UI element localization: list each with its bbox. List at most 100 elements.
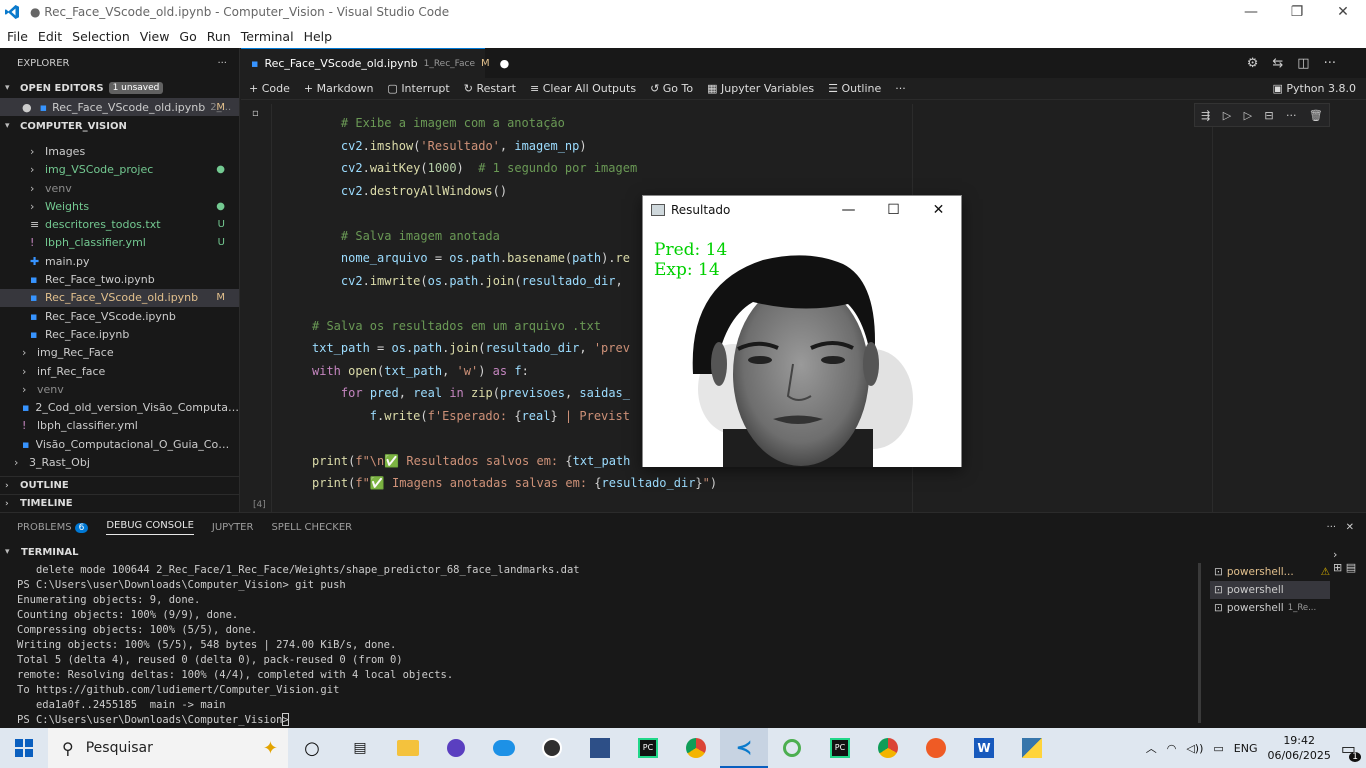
chrome-icon[interactable]	[672, 728, 720, 768]
tab-problems[interactable]: PROBLEMS 6	[17, 522, 89, 533]
terminal-section[interactable]: ▾ TERMINAL	[0, 542, 1366, 562]
tree-item[interactable]: ▪ Rec_Face_VScode.ipynb	[0, 307, 239, 325]
panel-close-icon[interactable]: ✕	[1346, 522, 1354, 533]
tree-item[interactable]: ! lbph_classifier.yml U	[0, 234, 239, 252]
python-icon[interactable]	[1008, 728, 1056, 768]
new-terminal-icon[interactable]: ⊞	[1333, 561, 1342, 574]
panel-more-icon[interactable]: ···	[1327, 522, 1337, 533]
battery-icon[interactable]: ▭	[1213, 742, 1223, 755]
open-editors-section[interactable]: ▾ OPEN EDITORS 1 unsaved	[0, 78, 239, 98]
interrupt-button[interactable]: ▢ Interrupt	[387, 82, 449, 95]
open-editor-item[interactable]: ● ▪ Rec_Face_VScode_old.ipynb 2_... M	[0, 98, 239, 117]
split-editor-icon[interactable]: ◫	[1297, 56, 1309, 71]
wifi-icon[interactable]: ◠	[1167, 742, 1177, 755]
split-cell-icon[interactable]: ⊟	[1264, 109, 1273, 122]
variables-button[interactable]: ▦ Jupyter Variables	[707, 82, 814, 95]
pycharm-icon[interactable]: PC	[624, 728, 672, 768]
restore-button[interactable]: ❐	[1274, 0, 1320, 24]
tree-item[interactable]: ≡ descritores_todos.txt U	[0, 215, 239, 233]
kernel-picker[interactable]: ▣ Python 3.8.0	[1272, 82, 1366, 95]
execute-above-icon[interactable]: ▷	[1223, 109, 1231, 122]
timeline-section[interactable]: › TIMELINE	[0, 494, 240, 512]
task-view-icon[interactable]: ▤	[336, 728, 384, 768]
terminal-scrollbar[interactable]	[1198, 563, 1201, 723]
postman-icon[interactable]	[912, 728, 960, 768]
project-section[interactable]: ▾ COMPUTER_VISION	[0, 116, 239, 136]
tree-item[interactable]: ▪ Rec_Face.ipynb	[0, 325, 239, 343]
more-actions-icon[interactable]: ···	[1324, 56, 1336, 71]
volume-icon[interactable]: ◁))	[1186, 742, 1203, 755]
run-by-line-icon[interactable]: ⇶	[1201, 109, 1210, 122]
popup-minimize-button[interactable]: —	[826, 196, 871, 224]
clock[interactable]: 19:42 06/06/2025	[1267, 733, 1330, 763]
gear-icon[interactable]: ⚙	[1247, 56, 1259, 71]
menu-help[interactable]: Help	[299, 29, 338, 44]
word-icon[interactable]: W	[960, 728, 1008, 768]
menu-view[interactable]: View	[135, 29, 175, 44]
outline-button[interactable]: ☰ Outline	[828, 82, 881, 95]
arc-browser-icon[interactable]	[432, 728, 480, 768]
dirty-dot-icon[interactable]: ●	[500, 57, 510, 70]
tree-item[interactable]: › venv	[0, 380, 239, 398]
file-explorer-icon[interactable]	[384, 728, 432, 768]
cell-more-icon[interactable]: ···	[1286, 109, 1297, 122]
notification-icon[interactable]: ▭ 1	[1341, 739, 1361, 762]
terminal-output[interactable]: delete mode 100644 2_Rec_Face/1_Rec_Face…	[17, 563, 580, 728]
tree-item[interactable]: › img_Rec_Face	[0, 344, 239, 362]
sql-server-icon[interactable]	[576, 728, 624, 768]
menu-go[interactable]: Go	[174, 29, 201, 44]
language-indicator[interactable]: ENG	[1234, 742, 1258, 755]
tree-item[interactable]: ! lbph_classifier.yml	[0, 417, 239, 435]
goto-button[interactable]: ↺ Go To	[650, 82, 693, 95]
add-markdown-button[interactable]: + Markdown	[304, 82, 374, 95]
tree-item[interactable]: › venv	[0, 179, 239, 197]
toolbar-more-button[interactable]: ···	[895, 82, 906, 95]
chrome-profile-icon[interactable]	[864, 728, 912, 768]
tree-item[interactable]: ▪ 2_Cod_old_version_Visão_Computacional..…	[0, 398, 239, 416]
terminal-item[interactable]: ⊡ powershell... ⚠	[1210, 563, 1330, 581]
close-button[interactable]: ✕	[1320, 0, 1366, 24]
terminal-item[interactable]: ⊡ powershell 1_Re...	[1210, 599, 1330, 617]
menu-terminal[interactable]: Terminal	[236, 29, 299, 44]
tab-notebook[interactable]: ▪ Rec_Face_VScode_old.ipynb 1_Rec_Face M…	[241, 48, 509, 78]
docker-icon[interactable]	[480, 728, 528, 768]
trash-icon[interactable]: ▤	[1346, 561, 1356, 574]
cell-collapse-icon[interactable]: ▫	[252, 108, 259, 119]
restart-button[interactable]: ↻ Restart	[464, 82, 516, 95]
tree-item[interactable]: › Images	[0, 142, 239, 160]
menu-file[interactable]: File	[2, 29, 33, 44]
tree-item[interactable]: ✚ main.py	[0, 252, 239, 270]
explorer-more-button[interactable]: ···	[217, 58, 227, 69]
execute-below-icon[interactable]: ▷	[1244, 109, 1252, 122]
cortana-icon[interactable]: ○	[288, 728, 336, 768]
terminal-item[interactable]: ⊡ powershell	[1210, 581, 1330, 599]
start-button[interactable]	[0, 739, 48, 757]
clear-outputs-button[interactable]: ≡ Clear All Outputs	[530, 82, 636, 95]
menu-run[interactable]: Run	[202, 29, 236, 44]
opencv-result-window[interactable]: Resultado — ☐ ✕ Pred: 14 Exp: 14	[642, 195, 962, 467]
tree-item[interactable]: › Weights ●	[0, 197, 239, 215]
game-icon[interactable]	[528, 728, 576, 768]
refresh-app-icon[interactable]	[768, 728, 816, 768]
tree-item[interactable]: ▪ Rec_Face_VScode_old.ipynb M	[0, 288, 239, 307]
chevron-right-icon[interactable]: ›	[1333, 548, 1337, 561]
taskbar-search[interactable]: ⚲ Pesquisar ✦	[48, 728, 288, 768]
tree-item[interactable]: ▪ Rec_Face_two.ipynb	[0, 270, 239, 288]
menu-selection[interactable]: Selection	[67, 29, 135, 44]
pycharm-alt-icon[interactable]: PC	[816, 728, 864, 768]
delete-cell-icon[interactable]: 🗑	[1309, 109, 1323, 122]
minimize-button[interactable]: —	[1228, 0, 1274, 24]
menu-edit[interactable]: Edit	[33, 29, 67, 44]
tree-item[interactable]: ▪ Visão_Computacional_O_Guia_Completo...	[0, 435, 239, 453]
tree-item[interactable]: › 3_Rast_Obj	[0, 453, 239, 471]
outline-section[interactable]: › OUTLINE	[0, 476, 240, 494]
tab-jupyter[interactable]: JUPYTER	[212, 522, 254, 533]
tab-debug-console[interactable]: DEBUG CONSOLE	[106, 520, 194, 535]
tree-item[interactable]: › inf_Rec_face	[0, 362, 239, 380]
chevron-up-icon[interactable]: ︿	[1146, 740, 1157, 756]
tree-item[interactable]: › img_VSCode_projec ●	[0, 161, 239, 179]
popup-close-button[interactable]: ✕	[916, 196, 961, 224]
popup-maximize-button[interactable]: ☐	[871, 196, 916, 224]
compare-icon[interactable]: ⇆	[1272, 56, 1283, 71]
add-code-button[interactable]: + Code	[249, 82, 290, 95]
